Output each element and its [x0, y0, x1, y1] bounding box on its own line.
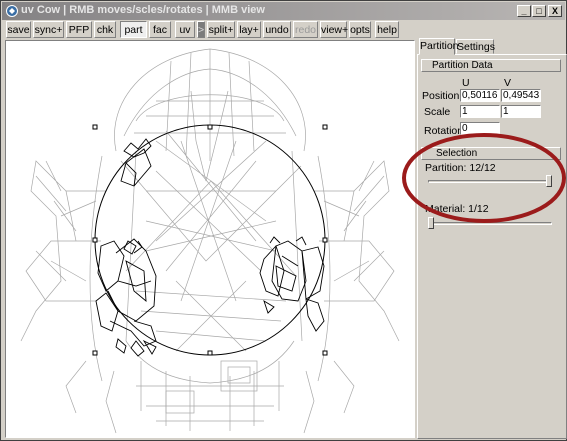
v-column-label: V	[504, 77, 512, 89]
app-icon	[6, 5, 18, 17]
split-plus-button[interactable]: split+	[207, 21, 235, 38]
uv-button[interactable]: uv	[175, 21, 195, 38]
title-bar[interactable]: uv Cow | RMB moves/scles/rotates | MMB v…	[2, 2, 565, 20]
pfp-button[interactable]: PFP	[66, 21, 92, 38]
view-plus-button[interactable]: view+	[320, 21, 348, 38]
part-button[interactable]: part	[120, 21, 147, 38]
tab-partition[interactable]: Partition	[419, 38, 459, 55]
redo-button[interactable]: redo	[293, 21, 318, 38]
position-label: Position	[422, 90, 460, 102]
partition-panel: Partition Data U V Position 0,50116 0,49…	[417, 54, 567, 439]
minimize-button[interactable]: _	[517, 5, 531, 17]
side-panel: Partition Settings Partition Data U V Po…	[402, 38, 567, 440]
undo-button[interactable]: undo	[263, 21, 291, 38]
position-u-field[interactable]: 0,50116	[460, 89, 500, 102]
position-v-field[interactable]: 0,49543	[501, 89, 541, 102]
opts-button[interactable]: opts	[349, 21, 371, 38]
fac-button[interactable]: fac	[149, 21, 171, 38]
scale-v-field[interactable]: 1	[501, 105, 541, 118]
help-button[interactable]: help	[375, 21, 399, 38]
tab-settings[interactable]: Settings	[456, 39, 495, 54]
sync-plus-button[interactable]: sync+	[33, 21, 64, 38]
uv-viewport[interactable]	[5, 40, 415, 438]
close-button[interactable]: X	[548, 5, 562, 17]
save-button[interactable]: save	[6, 21, 31, 38]
scale-u-field[interactable]: 1	[460, 105, 500, 118]
window-title: uv Cow | RMB moves/scles/rotates | MMB v…	[21, 4, 265, 16]
toolbar: save sync+ PFP chk part fac uv > split+ …	[3, 21, 565, 38]
partition-data-heading: Partition Data	[421, 59, 561, 72]
app-window: uv Cow | RMB moves/scles/rotates | MMB v…	[0, 0, 567, 441]
u-column-label: U	[462, 77, 470, 89]
chk-button[interactable]: chk	[94, 21, 116, 38]
highlight-ellipse	[402, 133, 566, 223]
unselected-wireframe	[20, 48, 400, 434]
lay-plus-button[interactable]: lay+	[237, 21, 261, 38]
maximize-button[interactable]: □	[532, 5, 546, 17]
uv-mesh-canvas[interactable]	[6, 41, 414, 437]
expand-arrow-button[interactable]: >	[197, 21, 205, 38]
scale-label: Scale	[424, 106, 451, 118]
